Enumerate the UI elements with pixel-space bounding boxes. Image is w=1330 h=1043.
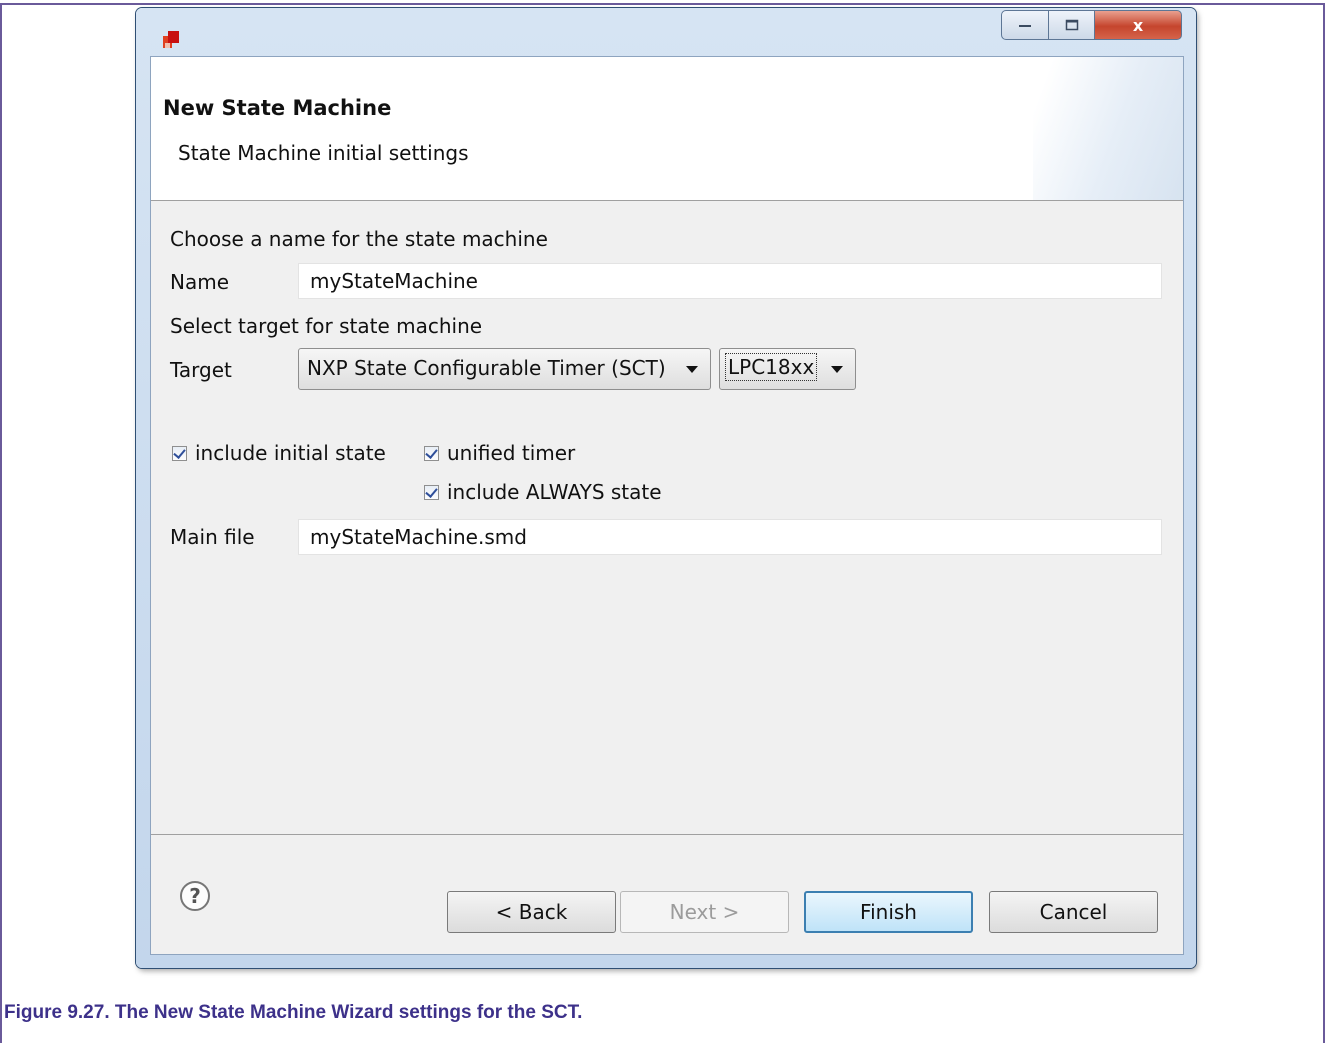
target-dropdown[interactable]: NXP State Configurable Timer (SCT) <box>298 348 711 390</box>
window-controls: x <box>1001 10 1182 40</box>
target-label: Target <box>170 358 232 382</box>
target-prompt: Select target for state machine <box>170 314 483 338</box>
cancel-button[interactable]: Cancel <box>989 891 1158 933</box>
include-initial-state-label: include initial state <box>195 441 386 465</box>
next-button[interactable]: Next > <box>620 891 789 933</box>
wizard-header: New State Machine State Machine initial … <box>151 57 1183 201</box>
name-prompt: Choose a name for the state machine <box>170 227 548 251</box>
main-file-field[interactable]: myStateMachine.smd <box>298 519 1162 555</box>
main-file-label: Main file <box>170 525 255 549</box>
maximize-icon <box>1065 19 1078 31</box>
help-icon[interactable]: ? <box>180 881 210 911</box>
page-title: New State Machine <box>163 96 392 120</box>
include-initial-state-checkbox[interactable]: include initial state <box>172 441 386 465</box>
checkbox-checked-icon <box>172 445 187 461</box>
unified-timer-checkbox[interactable]: unified timer <box>424 441 575 465</box>
checkbox-checked-icon <box>424 445 439 461</box>
checkbox-checked-icon <box>424 484 439 500</box>
name-label: Name <box>170 270 230 294</box>
finish-button[interactable]: Finish <box>804 891 973 933</box>
maximize-button[interactable] <box>1049 10 1095 40</box>
include-always-state-label: include ALWAYS state <box>447 480 662 504</box>
variant-dropdown-value: LPC18xx <box>725 353 818 381</box>
figure-caption: Figure 9.27. The New State Machine Wizar… <box>4 1002 583 1023</box>
page-subtitle: State Machine initial settings <box>178 141 469 165</box>
back-button[interactable]: < Back <box>447 891 616 933</box>
wizard-content: New State Machine State Machine initial … <box>150 56 1184 955</box>
close-icon: x <box>1132 15 1144 35</box>
include-always-state-checkbox[interactable]: include ALWAYS state <box>424 480 662 504</box>
variant-dropdown[interactable]: LPC18xx <box>719 348 856 390</box>
minimize-icon <box>1019 25 1031 27</box>
app-icon <box>163 31 179 48</box>
chevron-down-icon <box>831 366 843 373</box>
footer-divider <box>151 834 1183 835</box>
chevron-down-icon <box>686 366 698 373</box>
close-button[interactable]: x <box>1095 10 1182 40</box>
minimize-button[interactable] <box>1001 10 1049 40</box>
wizard-window: x New State Machine State Machine initia… <box>136 8 1196 968</box>
name-field[interactable]: myStateMachine <box>298 263 1162 299</box>
unified-timer-label: unified timer <box>447 441 576 465</box>
header-decoration <box>1033 57 1183 200</box>
target-dropdown-value: NXP State Configurable Timer (SCT) <box>307 356 666 380</box>
